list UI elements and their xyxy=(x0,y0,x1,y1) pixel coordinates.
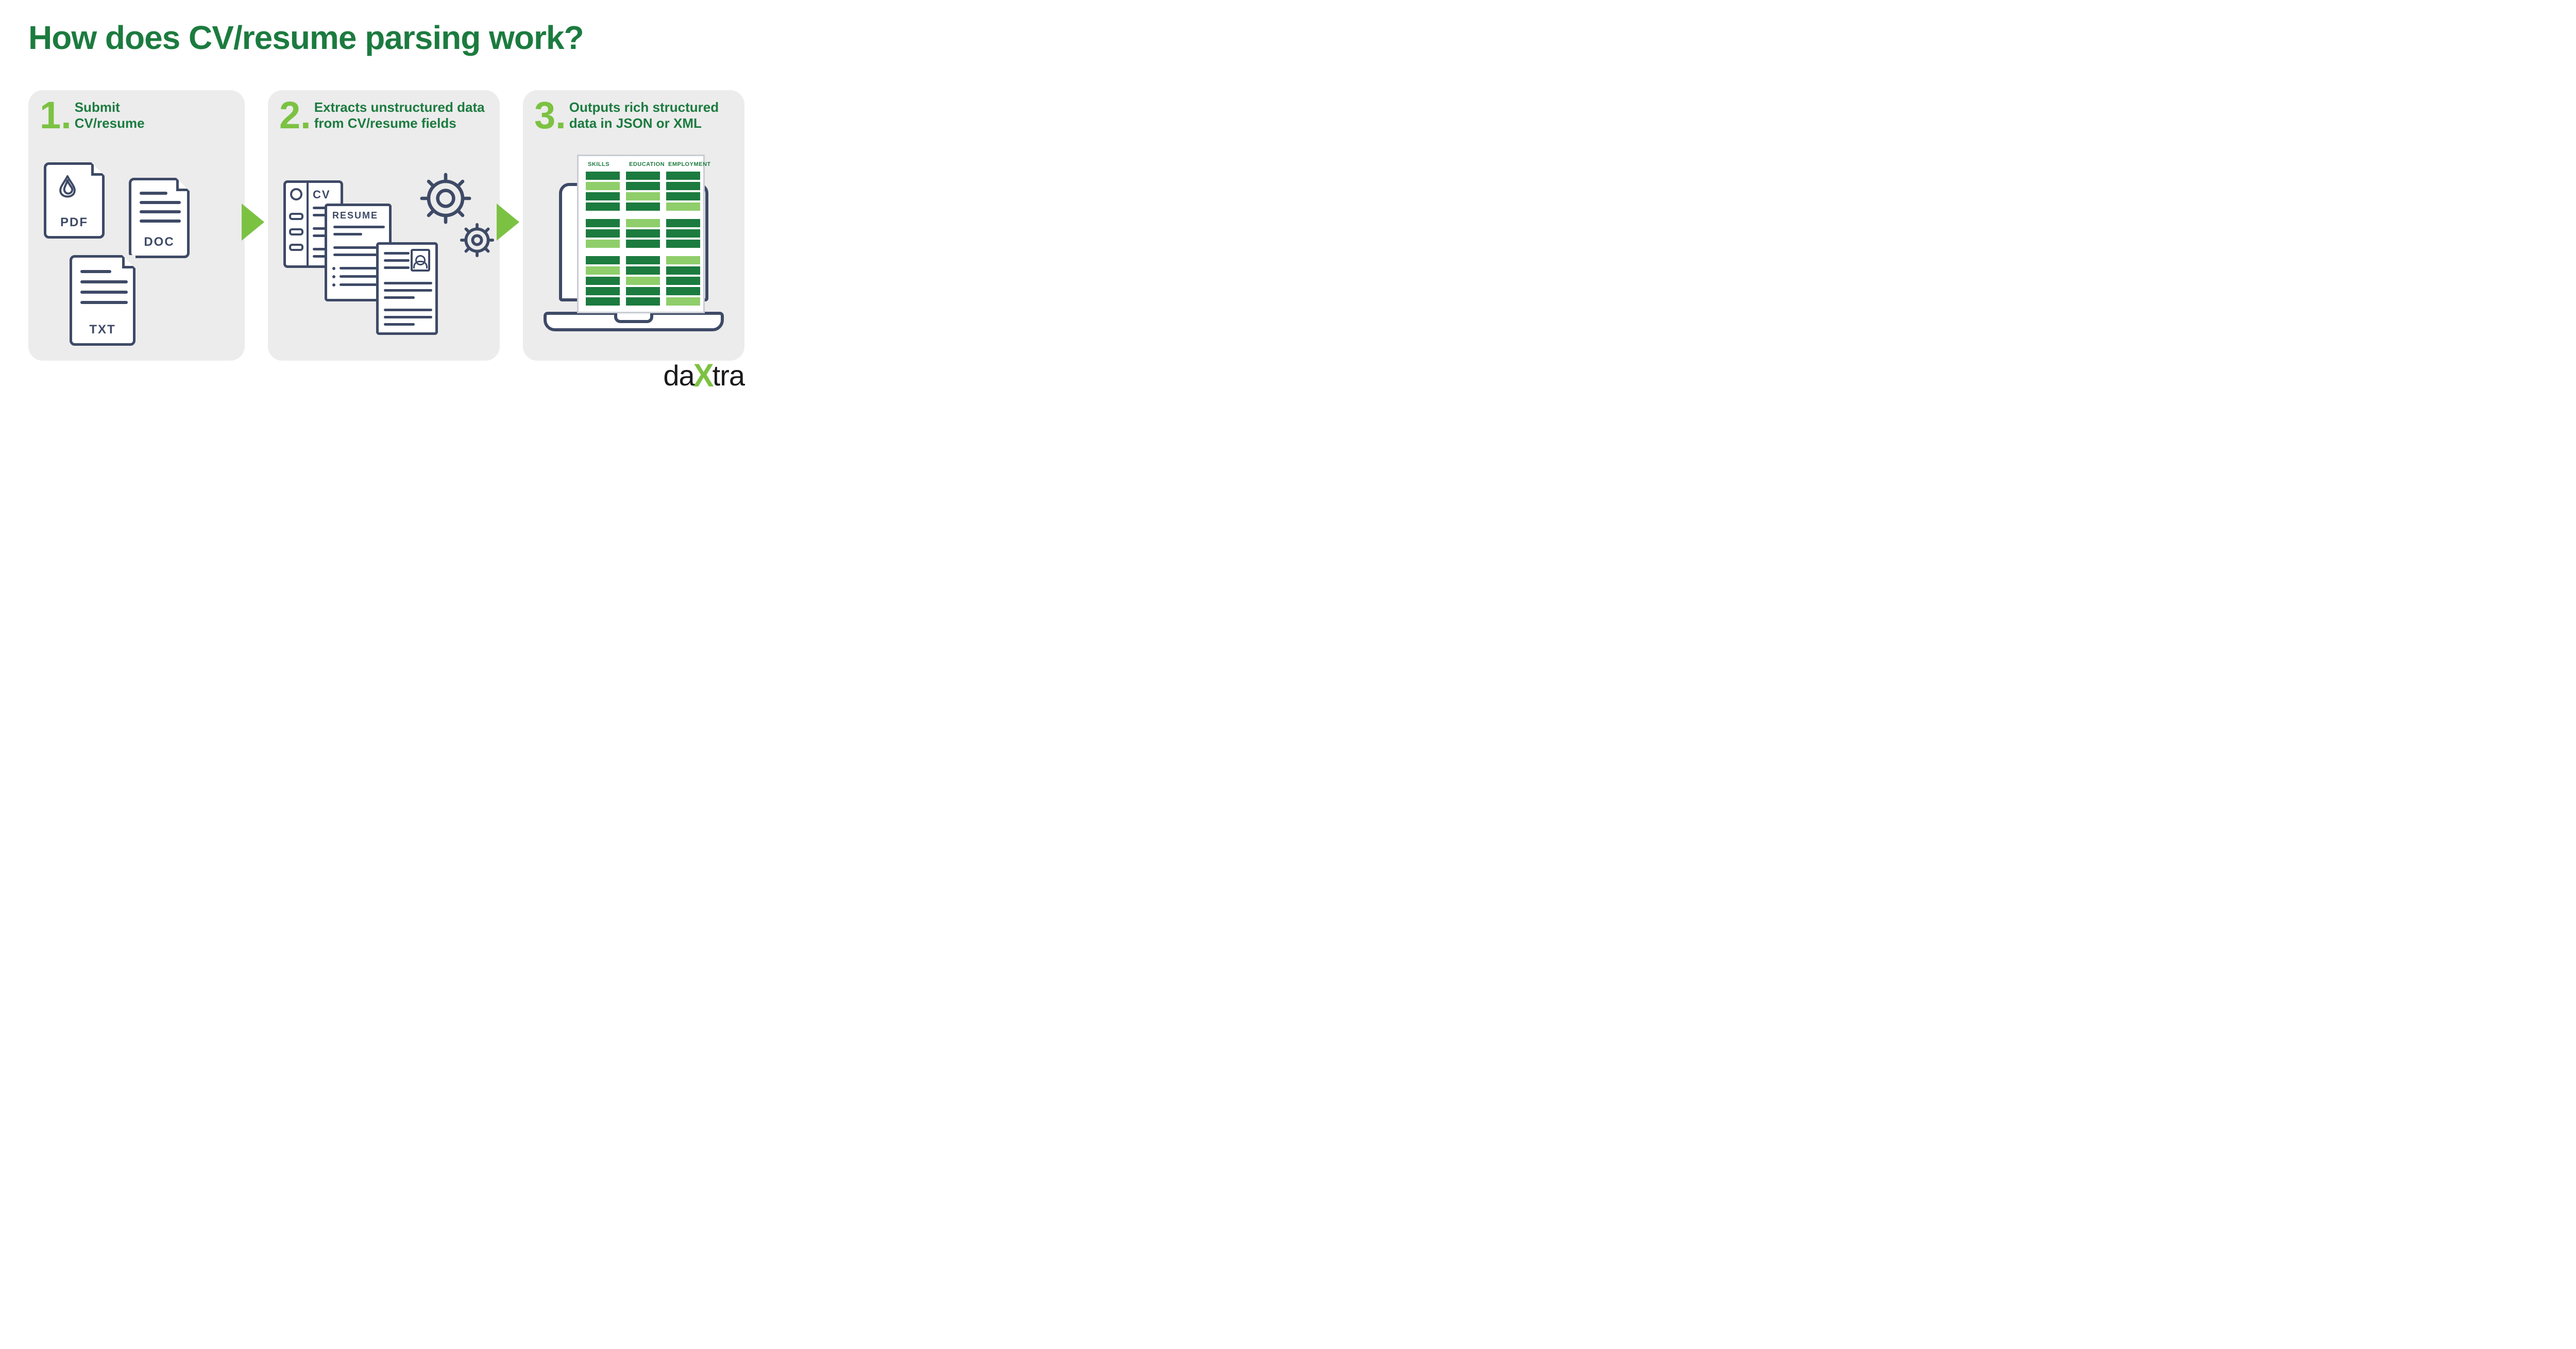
daxtra-logo: da X tra xyxy=(663,358,744,393)
structured-data-sheet: SKILLS EDUCATION EMPLOYMENT xyxy=(577,155,705,313)
column-header-education: EDUCATION xyxy=(629,161,665,167)
column-header-employment: EMPLOYMENT xyxy=(668,161,711,167)
resume-label: RESUME xyxy=(332,210,378,221)
step-1-dot: . xyxy=(61,99,72,132)
step-3-text: Outputs rich structured data in JSON or … xyxy=(569,99,744,131)
gear-large-icon xyxy=(417,170,474,227)
profile-document-icon xyxy=(376,242,438,335)
step-3-number: 3 xyxy=(534,99,555,132)
step-1-text: Submit CV/resume xyxy=(75,99,145,131)
step-3-header: 3 . Outputs rich structured data in JSON… xyxy=(534,99,744,132)
doc-label: DOC xyxy=(131,235,187,249)
pdf-label: PDF xyxy=(46,215,102,230)
step-1-number: 1 xyxy=(40,99,61,132)
column-header-skills: SKILLS xyxy=(588,161,609,167)
step-2-header: 2 . Extracts unstructured data from CV/r… xyxy=(279,99,489,132)
step-2-text: Extracts unstructured data from CV/resum… xyxy=(314,99,489,131)
pdf-file-icon: PDF xyxy=(44,162,105,239)
pdf-logo-icon xyxy=(56,174,79,198)
arrow-1-icon xyxy=(242,204,264,241)
logo-pre: da xyxy=(663,359,694,392)
step-2-number: 2 xyxy=(279,99,300,132)
page-title: How does CV/resume parsing work? xyxy=(28,19,584,57)
step-3-dot: . xyxy=(555,99,566,132)
logo-x: X xyxy=(693,357,714,394)
gear-small-icon xyxy=(459,222,496,259)
txt-file-icon: TXT xyxy=(70,255,135,346)
arrow-2-icon xyxy=(497,204,519,241)
cv-label: CV xyxy=(313,188,331,201)
doc-file-icon: DOC xyxy=(129,178,190,258)
step-1-header: 1 . Submit CV/resume xyxy=(40,99,145,132)
infographic: How does CV/resume parsing work? 1 . Sub… xyxy=(0,0,773,404)
step-2-dot: . xyxy=(300,99,311,132)
person-photo-icon xyxy=(411,249,430,272)
txt-label: TXT xyxy=(72,323,133,337)
logo-post: tra xyxy=(713,359,744,392)
